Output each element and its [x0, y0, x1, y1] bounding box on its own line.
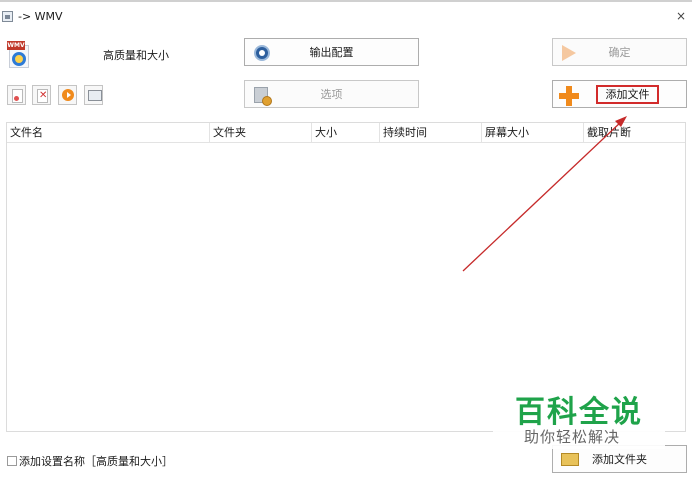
options-label: 选项: [320, 88, 343, 101]
column-header-clip[interactable]: 截取片断: [584, 123, 685, 143]
add-folder-button[interactable]: 添加文件夹: [552, 445, 687, 473]
add-file-button[interactable]: 添加文件: [552, 80, 687, 108]
watermark-title: 百科全说: [515, 395, 643, 430]
preset-label: 高质量和大小: [103, 49, 169, 62]
add-preset-name-label: 添加设置名称［高质量和大小］: [19, 455, 173, 468]
table-header: 文件名 文件夹 大小 持续时间 屏幕大小 截取片断: [7, 123, 685, 143]
add-preset-name-checkbox[interactable]: [7, 456, 17, 466]
format-badge: WMV: [7, 41, 25, 50]
column-header-filename[interactable]: 文件名: [7, 123, 210, 143]
new-doc-icon[interactable]: [7, 85, 26, 105]
window-title: -> WMV: [18, 10, 63, 23]
output-config-label: 输出配置: [309, 46, 354, 59]
app-icon: [2, 11, 13, 22]
watermark: 百科全说 助你轻松解决: [493, 383, 665, 449]
window-top-border: [0, 0, 692, 2]
output-config-button[interactable]: 输出配置: [244, 38, 419, 66]
add-file-label: 添加文件: [605, 88, 650, 101]
column-header-folder[interactable]: 文件夹: [210, 123, 312, 143]
plus-icon: [559, 86, 579, 106]
column-header-screen-size[interactable]: 屏幕大小: [482, 123, 584, 143]
column-header-size[interactable]: 大小: [312, 123, 380, 143]
ok-label: 确定: [608, 46, 631, 59]
ok-button[interactable]: 确定: [552, 38, 687, 66]
watermark-subtitle: 助你轻松解决: [524, 428, 621, 446]
wmv-format-icon[interactable]: WMV: [7, 41, 29, 68]
remove-file-icon[interactable]: [32, 85, 51, 105]
play-icon[interactable]: [58, 85, 77, 105]
options-button[interactable]: 选项: [244, 80, 419, 108]
column-header-duration[interactable]: 持续时间: [380, 123, 482, 143]
add-folder-label: 添加文件夹: [592, 453, 647, 466]
screen-icon[interactable]: [84, 85, 103, 105]
close-icon[interactable]: ×: [676, 9, 686, 23]
